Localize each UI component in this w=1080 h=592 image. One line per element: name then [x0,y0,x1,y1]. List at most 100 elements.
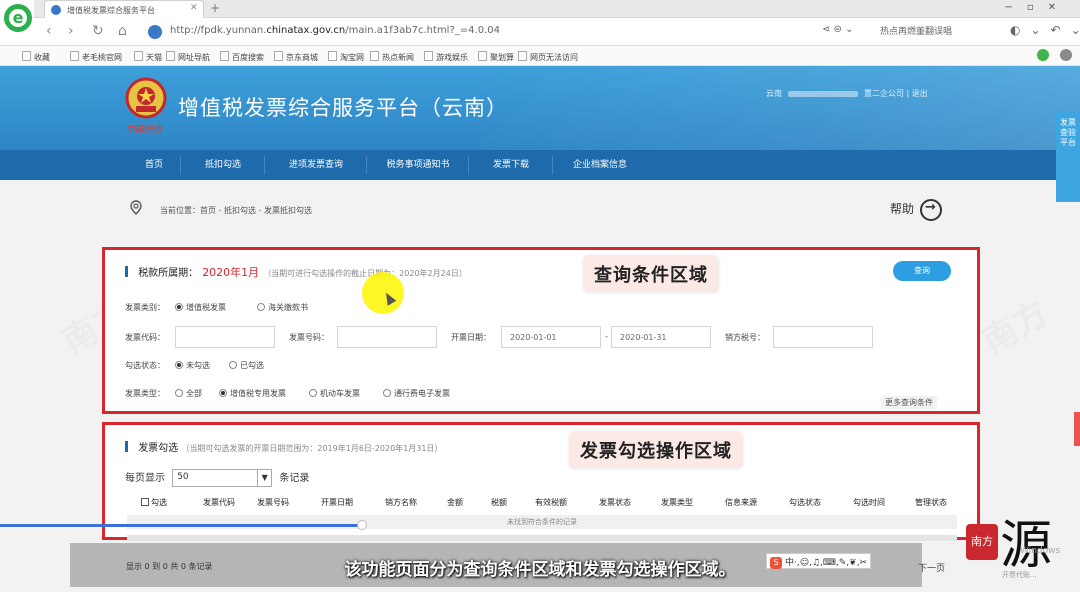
seller-tax-input[interactable] [773,326,873,348]
query-area-annotation: 查询条件区域 [584,256,718,292]
table-horizontal-scrollbar[interactable] [127,535,957,541]
invoice-code-input[interactable] [175,326,275,348]
help-arrow-icon[interactable] [920,199,942,221]
invoice-area-annotation: 发票勾选操作区域 [570,432,742,468]
category-option-vat[interactable]: 增值税发票 [171,302,226,313]
tax-period-value: 2020年1月 [202,266,260,279]
extension-icons[interactable] [1029,49,1072,63]
nav-item-tax-notice[interactable]: 税务事项通知书 [370,150,466,180]
tab-close-icon[interactable]: ✕ [190,3,198,13]
radio-checked-icon[interactable] [175,303,183,311]
column-invoice-code: 发票代码 [203,498,235,507]
video-progress-bar[interactable] [0,524,362,527]
column-valid-tax: 有效税额 [535,498,567,507]
status-option-selected[interactable]: 已勾选 [225,360,264,371]
bookmark-item[interactable]: 收藏 [22,51,50,63]
bookmark-item[interactable]: 老毛桃官网 [70,51,122,63]
category-option-customs[interactable]: 海关缴款书 [253,302,308,313]
column-invoice-status: 发票状态 [599,498,631,507]
bookmark-item[interactable]: 热点新闻 [370,51,414,63]
window-controls[interactable]: −▫✕ [1004,2,1070,13]
video-progress-knob[interactable] [356,520,367,530]
query-conditions-panel: 税款所属期： 2020年1月 （当期可进行勾选操作的截止日期为：2020年2月24日… [102,247,980,414]
invoice-number-input[interactable] [337,326,437,348]
secure-site-icon [148,25,162,39]
browser-logo-icon: e [0,0,34,38]
bookmark-item[interactable]: 网址导航 [166,51,210,63]
header-pattern [480,66,1080,150]
invoice-code-label: 发票代码： [125,333,165,342]
select-all-checkbox[interactable] [141,498,149,506]
nav-item-input-invoice-query[interactable]: 进项发票查询 [268,150,364,180]
radio-unchecked-icon[interactable] [175,389,183,397]
radio-unchecked-icon[interactable] [229,361,237,369]
bookmark-item[interactable]: 网页无法访问 [518,51,578,63]
radio-checked-icon[interactable] [219,389,227,397]
type-option-toll-einvoice[interactable]: 通行费电子发票 [379,388,450,399]
nav-item-home[interactable]: 首页 [130,150,178,180]
toolbar-icons[interactable]: ◐⌄↶⌄ [1010,23,1080,37]
nav-item-invoice-download[interactable]: 发票下载 [472,150,550,180]
column-select[interactable]: 勾选 [141,497,167,508]
extension-grey-icon[interactable] [1060,49,1072,61]
bookmark-item[interactable]: 京东商城 [274,51,318,63]
refresh-icon[interactable]: ↻ [92,23,104,39]
bookmark-item[interactable]: 天猫 [134,51,162,63]
search-suggestion[interactable]: 热点再燃董翻误唱 [880,24,952,37]
chevron-down-icon[interactable]: ▼ [257,470,271,486]
column-invoice-type: 发票类型 [661,498,693,507]
extension-green-icon[interactable] [1037,49,1050,61]
seal-logo: 南方 [966,524,998,560]
back-icon[interactable]: ‹ [46,23,52,39]
emblem-caption: 中国税务 [126,125,163,135]
query-button[interactable]: 查询 [893,261,951,281]
new-tab-icon[interactable]: + [210,1,220,15]
radio-unchecked-icon[interactable] [257,303,265,311]
radio-checked-icon[interactable] [175,361,183,369]
nav-separator [180,156,181,174]
nav-item-company-profile[interactable]: 企业档案信息 [556,150,644,180]
nav-item-deduction-select[interactable]: 抵扣勾选 [184,150,262,180]
type-option-motor-vehicle[interactable]: 机动车发票 [305,388,360,399]
user-name-blur [788,90,858,97]
type-option-all[interactable]: 全部 [171,388,202,399]
issue-date-from-input[interactable]: 2020-01-01 [501,326,601,348]
bookmark-item[interactable]: 淘宝网 [328,51,364,63]
issue-date-to-input[interactable]: 2020-01-31 [611,326,711,348]
per-page-control: 每页显示 50 ▼ 条记录 [125,469,309,487]
forward-icon[interactable]: › [68,23,74,39]
more-conditions-link[interactable]: 更多查询条件 [881,396,937,409]
invoice-select-title: 发票勾选 （当期可勾选发票的开票日期范围为：2019年1月6日-2020年1月3… [125,439,442,454]
share-icon[interactable]: ⋖ ⊜ ⌄ [822,24,854,35]
column-tax: 税额 [491,498,507,507]
invoice-select-heading: 发票勾选 [138,443,179,454]
tax-emblem-icon [125,77,167,119]
tax-period-label: 税款所属期： [138,268,199,279]
main-nav: 首页 抵扣勾选 进项发票查询 税务事项通知书 发票下载 企业档案信息 [0,150,1080,180]
home-icon[interactable]: ⌂ [118,23,127,39]
browser-tab[interactable]: 增值税发票综合服务平台 [44,0,204,18]
column-info-source: 信息来源 [725,498,757,507]
video-subtitle: 该功能页面分为查询条件区域和发票勾选操作区域。 [344,560,736,580]
column-select-time: 勾选时间 [853,498,885,507]
address-bar: e ‹ › ↻ ⌂ http://fpdk.yunnan.chinatax.go… [0,0,1080,46]
logout-link[interactable]: 退出 [912,89,928,98]
bookmark-item[interactable]: 游戏娱乐 [424,51,468,63]
tax-period-hint: （当期可进行勾选操作的截止日期为：2020年2月24日） [263,269,467,278]
bookmark-item[interactable]: 聚划算 [478,51,514,63]
type-option-vat-special[interactable]: 增值税专用发票 [215,388,286,399]
radio-unchecked-icon[interactable] [309,389,317,397]
help-link[interactable]: 帮助 [890,200,914,217]
status-option-unselected[interactable]: 未勾选 [171,360,210,371]
radio-unchecked-icon[interactable] [383,389,391,397]
bookmark-item[interactable]: 百度搜索 [220,51,264,63]
side-tab-red[interactable] [1074,412,1080,446]
category-label: 发票类别： [125,303,165,312]
per-page-suffix: 条记录 [279,473,310,484]
site-header: 中国税务 增值税发票综合服务平台（云南） 云南 置二企公司 | 退出 [0,66,1080,150]
windows-activation-text: Windows [1020,546,1061,556]
invoice-type-label: 发票类型： [125,389,165,398]
per-page-select[interactable]: 50 ▼ [172,469,273,487]
url-field[interactable]: http://fpdk.yunnan.chinatax.gov.cn/main.… [148,22,828,42]
background-watermark: 南方 [976,293,1056,362]
